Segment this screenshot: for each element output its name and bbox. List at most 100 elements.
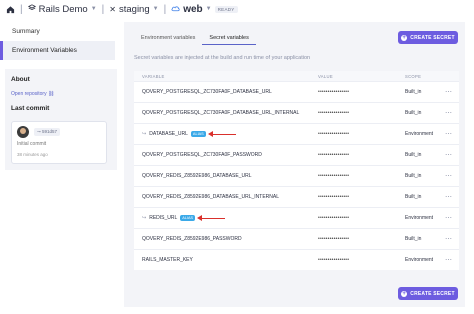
more-options-icon[interactable]: ⋯ [445, 151, 459, 159]
commit-hash-label: 591d57 [42, 129, 58, 134]
commit-card[interactable]: ⊸ 591d57 Initial commit 38 minutes ago [11, 121, 107, 164]
more-options-icon[interactable]: ⋯ [445, 109, 459, 117]
secret-value: •••••••••••••••• [318, 194, 350, 200]
variable-name: QOVERY_POSTGRESQL_ZC730FA0F_DATABASE_URL… [142, 110, 300, 116]
sidebar-item-label: Summary [12, 28, 40, 35]
secret-value: •••••••••••••••• [318, 110, 350, 116]
alias-arrow-icon: ↪ [142, 131, 147, 137]
scope-value: Built_in [405, 110, 422, 116]
scope-value: Built_in [405, 152, 422, 158]
variable-name: QOVERY_REDIS_Z8592E986_PASSWORD [142, 236, 242, 242]
commit-hash[interactable]: ⊸ 591d57 [34, 128, 61, 136]
more-options-icon[interactable]: ⋯ [445, 172, 459, 180]
scope-value: Environment [405, 131, 434, 137]
scope-value: Built_in [405, 173, 422, 179]
secret-value: •••••••••••••••• [318, 236, 350, 242]
top-breadcrumb-bar: | Rails Demo ▼ | ✕ staging ▼ | web ▼ REA… [0, 0, 474, 18]
about-panel: About Open repository ⛓ Last commit ⊸ 59… [5, 69, 117, 170]
home-icon[interactable] [6, 5, 15, 14]
table-row: ↪ DATABASE_URL ALIAS •••••••••••••••• En… [134, 123, 459, 144]
variable-name: QOVERY_POSTGRESQL_ZC730FA0F_PASSWORD [142, 152, 262, 158]
layers-icon [27, 3, 36, 15]
cloud-icon [171, 4, 180, 15]
open-repository-link[interactable]: Open repository ⛓ [11, 91, 54, 97]
page-description: Secret variables are injected at the bui… [134, 55, 311, 61]
secrets-table: VARIABLE VALUE SCOPE QOVERY_POSTGRESQL_Z… [134, 71, 459, 270]
table-row: QOVERY_REDIS_Z8592E986_PASSWORD ••••••••… [134, 228, 459, 249]
column-header-scope: SCOPE [405, 73, 422, 79]
create-secret-button[interactable]: + CREATE SECRET [398, 31, 458, 44]
alias-badge: ALIAS [190, 131, 206, 137]
status-badge: READY [214, 5, 238, 13]
chevron-down-icon: ▼ [152, 6, 159, 12]
more-options-icon[interactable]: ⋯ [445, 130, 459, 138]
secret-value: •••••••••••••••• [318, 152, 350, 158]
breadcrumb-separator: | [20, 3, 23, 15]
table-row: RAILS_MASTER_KEY •••••••••••••••• Enviro… [134, 249, 459, 270]
variable-name: QOVERY_POSTGRESQL_ZC730FA0F_DATABASE_URL [142, 89, 272, 95]
column-header-value: VALUE [318, 73, 333, 79]
repo-link-label: Open repository [11, 91, 47, 97]
table-row: QOVERY_REDIS_Z8592E986_DATABASE_URL ••••… [134, 165, 459, 186]
annotation-arrow-icon [197, 215, 226, 221]
breadcrumb-service[interactable]: web ▼ READY [171, 3, 238, 15]
environment-icon: ✕ [109, 4, 116, 14]
create-secret-label: CREATE SECRET [410, 290, 455, 297]
variable-name: DATABASE_URL [149, 131, 188, 137]
breadcrumb-separator: | [163, 3, 167, 15]
table-header: VARIABLE VALUE SCOPE [134, 71, 459, 81]
commit-icon: ⊸ [37, 129, 41, 134]
environment-name: staging [118, 3, 150, 15]
main-panel: Environment variables Secret variables +… [124, 22, 465, 307]
service-name: web [183, 3, 203, 15]
tab-bar: Environment variables Secret variables [134, 32, 256, 45]
secret-value: •••••••••••••••• [318, 215, 350, 221]
plus-icon: + [401, 34, 408, 41]
scope-value: Built_in [405, 194, 422, 200]
create-secret-label: CREATE SECRET [410, 34, 455, 41]
breadcrumb-environment[interactable]: ✕ staging ▼ [109, 4, 158, 15]
org-name: Rails Demo [38, 3, 88, 15]
more-options-icon[interactable]: ⋯ [445, 88, 459, 96]
secret-value: •••••••••••••••• [318, 173, 350, 179]
link-icon: ⛓ [47, 91, 55, 97]
plus-icon: + [401, 290, 408, 297]
tab-secret-variables[interactable]: Secret variables [202, 32, 256, 45]
more-options-icon[interactable]: ⋯ [445, 256, 459, 264]
sidebar-item-environment-variables[interactable]: Environment Variables [0, 41, 115, 60]
sidebar-item-label: Environment Variables [12, 47, 77, 54]
table-row: QOVERY_POSTGRESQL_ZC730FA0F_PASSWORD •••… [134, 144, 459, 165]
secret-value: •••••••••••••••• [318, 89, 350, 95]
table-row: QOVERY_REDIS_Z8592E986_DATABASE_URL_INTE… [134, 186, 459, 207]
more-options-icon[interactable]: ⋯ [445, 193, 459, 201]
avatar [17, 126, 29, 138]
commit-time: 38 minutes ago [17, 152, 48, 157]
chevron-down-icon: ▼ [90, 6, 97, 12]
scope-value: Environment [405, 257, 434, 263]
variable-name: QOVERY_REDIS_Z8592E986_DATABASE_URL [142, 173, 252, 179]
alias-arrow-icon: ↪ [142, 215, 147, 221]
table-row: QOVERY_POSTGRESQL_ZC730FA0F_DATABASE_URL… [134, 102, 459, 123]
about-heading: About [11, 76, 30, 83]
secret-value: •••••••••••••••• [318, 131, 350, 137]
sidebar-item-summary[interactable]: Summary [0, 22, 115, 41]
chevron-down-icon: ▼ [205, 6, 212, 12]
breadcrumb-org[interactable]: Rails Demo ▼ [27, 3, 97, 15]
alias-badge: ALIAS [180, 215, 196, 221]
annotation-arrow-icon [207, 131, 236, 137]
more-options-icon[interactable]: ⋯ [445, 214, 459, 222]
variable-name: QOVERY_REDIS_Z8592E986_DATABASE_URL_INTE… [142, 194, 280, 200]
table-row: QOVERY_POSTGRESQL_ZC730FA0F_DATABASE_URL… [134, 81, 459, 102]
variable-name: RAILS_MASTER_KEY [142, 257, 193, 263]
more-options-icon[interactable]: ⋯ [445, 235, 459, 243]
create-secret-button-bottom[interactable]: + CREATE SECRET [398, 287, 458, 300]
tab-environment-variables[interactable]: Environment variables [134, 32, 202, 45]
scope-value: Built_in [405, 236, 422, 242]
secret-value: •••••••••••••••• [318, 257, 350, 263]
breadcrumb-separator: | [101, 3, 105, 15]
commit-message: Initial commit [17, 141, 47, 147]
table-row: ↪ REDIS_URL ALIAS •••••••••••••••• Envir… [134, 207, 459, 228]
scope-value: Built_in [405, 89, 422, 95]
scope-value: Environment [405, 215, 434, 221]
last-commit-heading: Last commit [11, 105, 50, 112]
